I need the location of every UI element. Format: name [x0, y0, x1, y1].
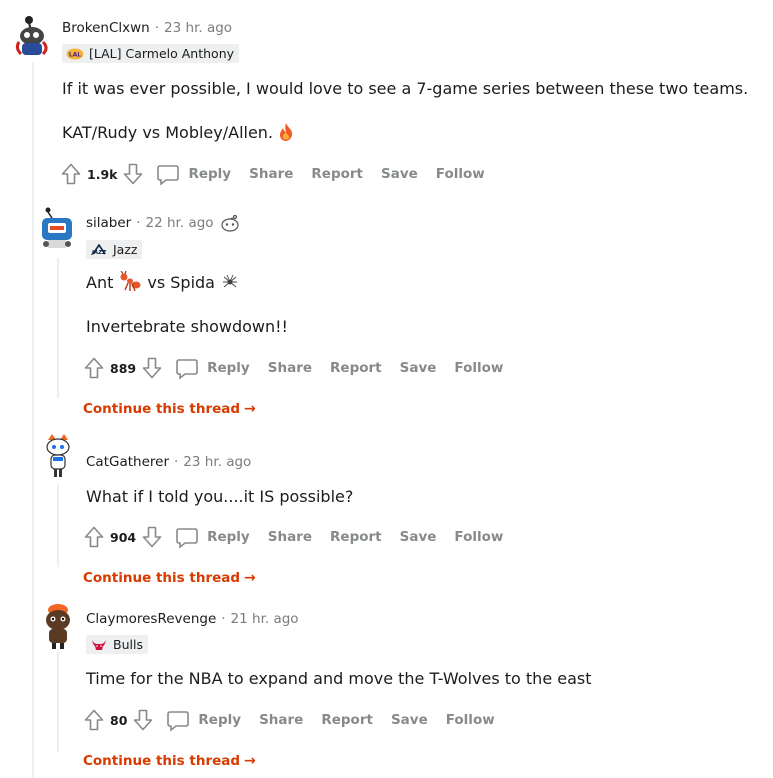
save-button[interactable]: Save — [400, 529, 437, 545]
continue-thread-link[interactable]: Continue this thread → — [83, 753, 256, 769]
vote-score: 80 — [110, 712, 128, 728]
reply-label: Reply — [198, 712, 242, 728]
follow-button[interactable]: Follow — [454, 360, 503, 376]
reply-button[interactable]: Reply — [154, 708, 241, 732]
avatar[interactable] — [40, 602, 76, 650]
username[interactable]: silaber — [86, 215, 131, 231]
username[interactable]: ClaymoresRevenge — [86, 611, 216, 627]
follow-button[interactable]: Follow — [454, 529, 503, 545]
downvote-icon[interactable] — [141, 525, 163, 549]
report-button[interactable]: Report — [311, 166, 363, 182]
comment-text-ant: Ant — [86, 272, 114, 292]
follow-button[interactable]: Follow — [446, 712, 495, 728]
upvote-icon[interactable] — [83, 356, 105, 380]
share-button[interactable]: Share — [268, 360, 312, 376]
vote-score: 1.9k — [87, 166, 118, 182]
timestamp[interactable]: 22 hr. ago — [146, 215, 214, 231]
timestamp[interactable]: 23 hr. ago — [183, 454, 251, 470]
comment-claymoresrevenge: ClaymoresRevenge · 21 hr. ago Bulls Time… — [0, 600, 773, 778]
share-button[interactable]: Share — [268, 529, 312, 545]
user-flair: LAL [LAL] Carmelo Anthony — [62, 44, 240, 63]
comment-brokenclxwn: BrokenClxwn · 23 hr. ago LAL [LAL] Carme… — [0, 0, 773, 190]
comment-text-line2: Invertebrate showdown!! — [86, 316, 288, 336]
continue-thread-label: Continue this thread — [83, 401, 241, 417]
reply-icon — [156, 162, 180, 186]
avatar[interactable] — [40, 432, 76, 480]
continue-thread-label: Continue this thread — [83, 570, 241, 586]
comment-text-line1: If it was ever possible, I would love to… — [62, 78, 749, 98]
cake-day-snoo-icon — [220, 214, 240, 232]
vote-score: 904 — [110, 529, 137, 545]
flair-text: [LAL] Carmelo Anthony — [89, 46, 235, 61]
arrow-right-icon: → — [244, 570, 256, 586]
comment-text: What if I told you....it IS possible? — [86, 486, 354, 506]
reply-icon — [175, 525, 199, 549]
upvote-icon[interactable] — [83, 525, 105, 549]
downvote-icon[interactable] — [132, 708, 154, 732]
downvote-icon[interactable] — [141, 356, 163, 380]
reply-button[interactable]: Reply — [163, 525, 250, 549]
user-flair: Bulls — [86, 635, 148, 654]
save-button[interactable]: Save — [400, 360, 437, 376]
comment-catgatherer: CatGatherer · 23 hr. ago What if I told … — [0, 430, 773, 600]
fire-icon — [278, 122, 294, 142]
reply-button[interactable]: Reply — [163, 356, 250, 380]
flair-text: Jazz — [113, 242, 138, 257]
follow-button[interactable]: Follow — [436, 166, 485, 182]
share-button[interactable]: Share — [249, 166, 293, 182]
continue-thread-link[interactable]: Continue this thread → — [83, 570, 256, 586]
flair-text: Bulls — [113, 637, 143, 652]
reply-label: Reply — [207, 360, 250, 376]
reply-label: Reply — [188, 166, 232, 182]
vote-score: 889 — [110, 360, 137, 376]
save-button[interactable]: Save — [381, 166, 418, 182]
reply-button[interactable]: Reply — [144, 162, 231, 186]
report-button[interactable]: Report — [330, 529, 382, 545]
reply-label: Reply — [207, 529, 250, 545]
bulls-logo-icon — [90, 639, 108, 651]
timestamp[interactable]: 21 hr. ago — [231, 611, 299, 627]
report-button[interactable]: Report — [330, 360, 382, 376]
username[interactable]: CatGatherer — [86, 454, 169, 470]
separator: · — [221, 611, 226, 627]
comment-silaber: silaber · 22 hr. ago JAZZ Jazz Ant vs Sp… — [0, 200, 773, 430]
user-flair: JAZZ Jazz — [86, 240, 143, 259]
arrow-right-icon: → — [244, 753, 256, 769]
timestamp[interactable]: 23 hr. ago — [164, 20, 232, 36]
comment-text-line2: KAT/Rudy vs Mobley/Allen. — [62, 122, 274, 142]
share-button[interactable]: Share — [259, 712, 303, 728]
upvote-icon[interactable] — [60, 162, 82, 186]
svg-text:JAZZ: JAZZ — [91, 250, 107, 256]
separator: · — [154, 20, 160, 36]
ant-icon — [119, 271, 141, 293]
continue-thread-label: Continue this thread — [83, 753, 241, 769]
comment-text-vs-spida: vs Spida — [147, 272, 215, 292]
lakers-logo-icon: LAL — [66, 48, 84, 60]
separator: · — [174, 454, 179, 470]
upvote-icon[interactable] — [83, 708, 105, 732]
downvote-icon[interactable] — [122, 162, 144, 186]
username[interactable]: BrokenClxwn — [62, 20, 150, 36]
report-button[interactable]: Report — [321, 712, 373, 728]
reply-icon — [175, 356, 199, 380]
arrow-right-icon: → — [244, 401, 256, 417]
avatar[interactable] — [13, 16, 51, 56]
comment-text: Time for the NBA to expand and move the … — [86, 668, 592, 688]
continue-thread-link[interactable]: Continue this thread → — [83, 401, 256, 417]
spider-icon — [222, 275, 237, 289]
avatar[interactable] — [38, 206, 76, 250]
reply-icon — [166, 708, 190, 732]
separator: · — [136, 215, 141, 231]
svg-text:LAL: LAL — [69, 51, 81, 58]
save-button[interactable]: Save — [391, 712, 428, 728]
jazz-logo-icon: JAZZ — [90, 243, 108, 256]
